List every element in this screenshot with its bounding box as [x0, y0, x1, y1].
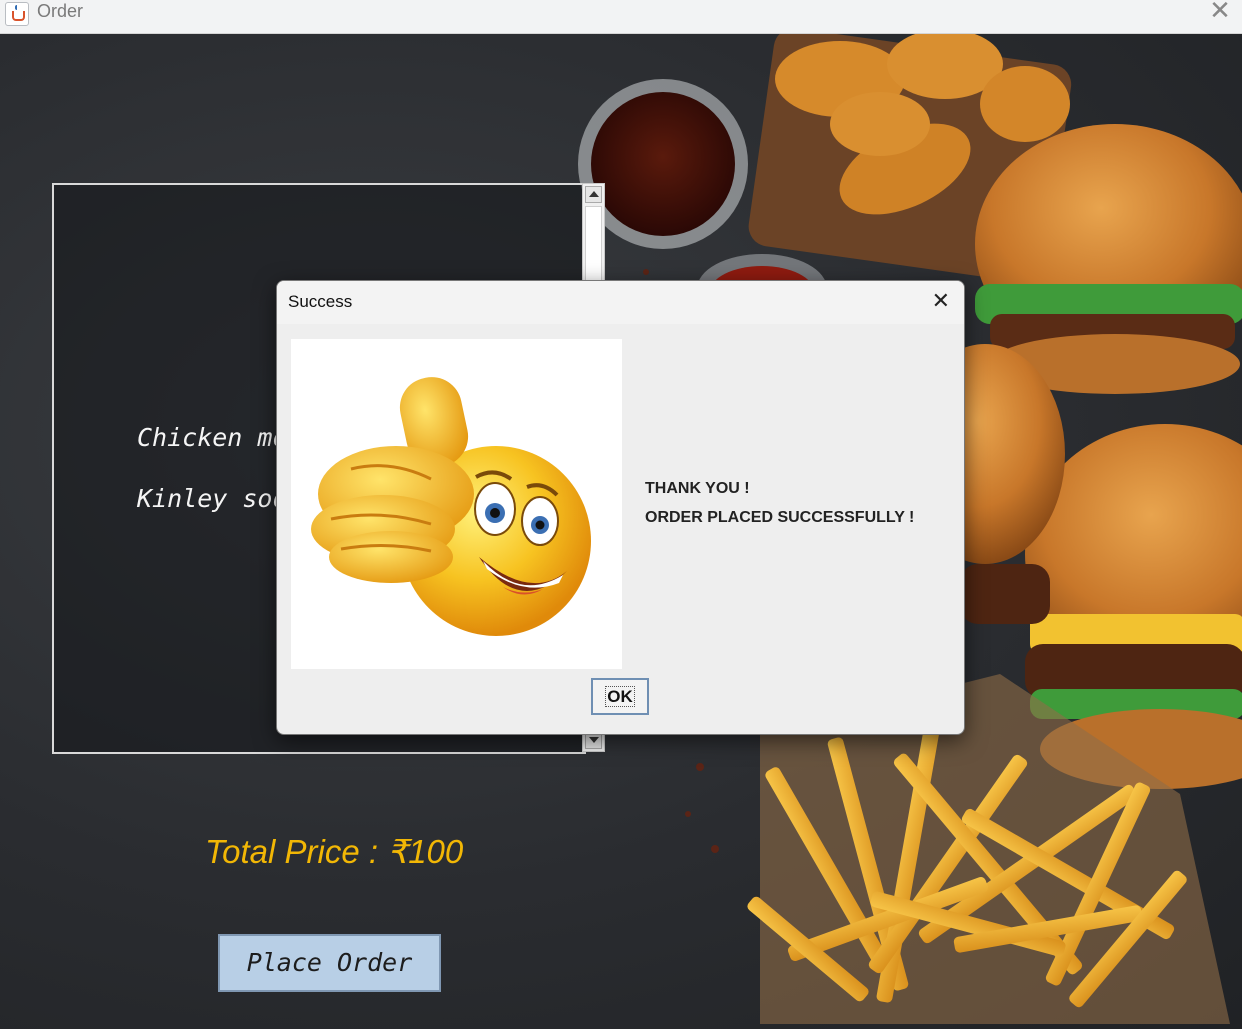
ok-button[interactable]: OK: [591, 678, 649, 715]
ok-button-label: OK: [605, 686, 635, 707]
dialog-message-line2: ORDER PLACED SUCCESSFULLY !: [645, 509, 915, 526]
thumbs-up-smiley-icon: [291, 339, 622, 669]
list-item[interactable]: Chicken mo: [137, 423, 288, 452]
dialog-title: Success: [288, 292, 353, 311]
dialog-close-button[interactable]: ✕: [932, 289, 950, 314]
total-price-label: Total Price : ₹100: [205, 833, 464, 870]
scroll-up-arrow-icon[interactable]: [585, 186, 602, 203]
java-app-icon: [5, 2, 29, 26]
window-close-button[interactable]: ✕: [1198, 0, 1242, 33]
place-order-button[interactable]: Place Order: [218, 934, 441, 992]
dialog-title-bar: Success ✕: [277, 281, 964, 324]
success-dialog: Success ✕ THANK YOU ! ORDER PLACED SUCCE…: [276, 280, 965, 735]
dialog-message-line1: THANK YOU !: [645, 480, 750, 497]
window-title-bar: Order ✕: [0, 0, 1242, 34]
window-title: Order: [37, 1, 84, 21]
